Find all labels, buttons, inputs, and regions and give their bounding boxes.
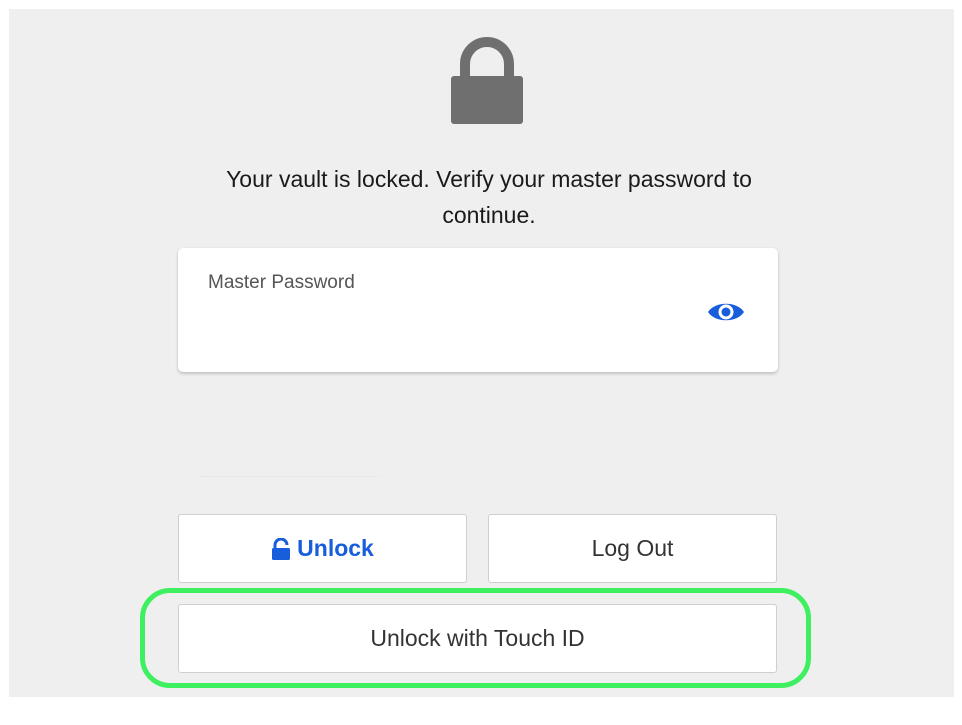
unlock-touchid-button-label: Unlock with Touch ID [370, 625, 585, 651]
master-password-card: Master Password [178, 248, 778, 372]
logout-button[interactable]: Log Out [488, 514, 777, 583]
logout-button-label: Log Out [591, 535, 674, 561]
lock-icon [451, 37, 523, 124]
unlock-button[interactable]: Unlock [178, 514, 467, 583]
eye-icon[interactable] [706, 298, 746, 326]
divider [200, 476, 380, 477]
locked-message: Your vault is locked. Verify your master… [226, 166, 752, 228]
unlock-icon [272, 537, 291, 560]
unlock-touchid-button[interactable]: Unlock with Touch ID [178, 604, 777, 673]
master-password-input[interactable] [206, 306, 686, 342]
master-password-label: Master Password [208, 272, 355, 293]
unlock-button-label: Unlock [297, 535, 374, 561]
